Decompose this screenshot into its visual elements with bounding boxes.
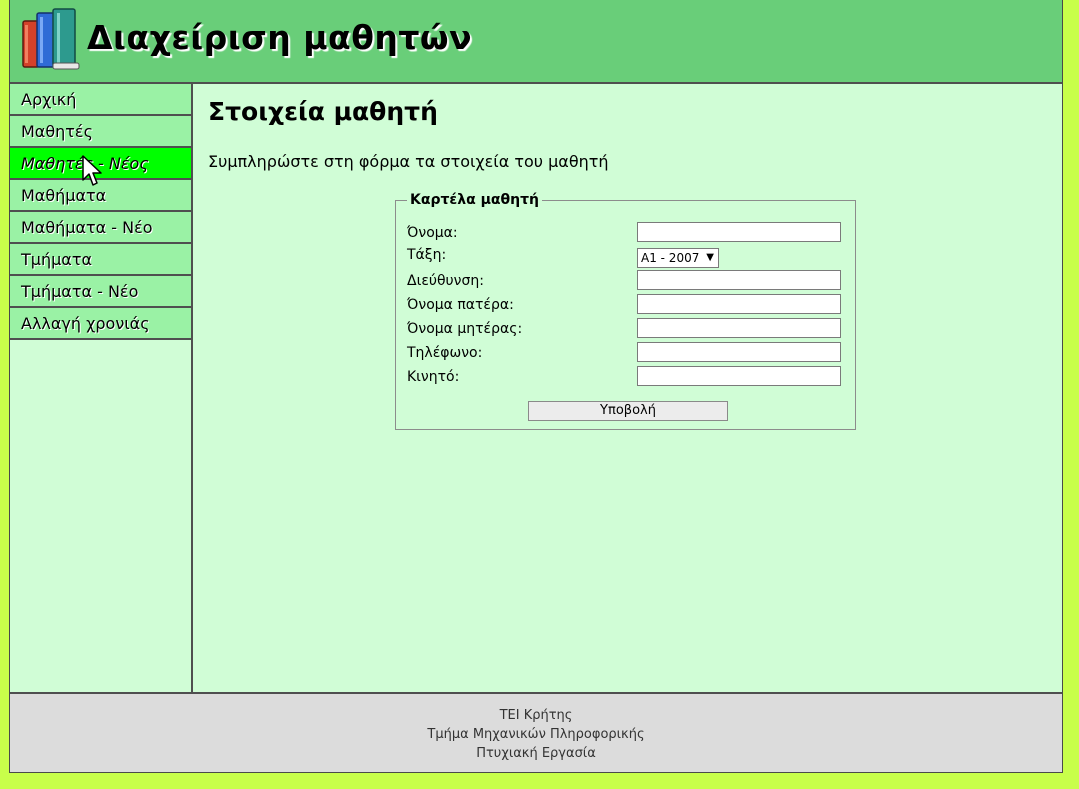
class-label: Τάξη: [407, 247, 447, 263]
address-row: Διεύθυνση: [396, 269, 855, 293]
sidebar-item-new-class[interactable]: Τμήματα - Νέο [10, 276, 191, 308]
footer: ΤΕΙ Κρήτης Τμήμα Μηχανικών Πληροφορικής … [10, 692, 1062, 772]
sidebar-item-change-year[interactable]: Αλλαγή χρονιάς [10, 308, 191, 340]
sidebar-item-new-course[interactable]: Μαθήματα - Νέο [10, 212, 191, 244]
books-icon [22, 8, 80, 70]
submit-button[interactable]: Υποβολή [528, 401, 728, 421]
page-frame: Διαχείριση μαθητών Αρχική Μαθητές Μαθητέ… [9, 0, 1063, 773]
mobile-row: Κινητό: [396, 365, 855, 389]
sidebar-item-students[interactable]: Μαθητές [10, 116, 191, 148]
class-select[interactable]: A1 - 2007 ▼ [637, 248, 719, 268]
footer-project: Πτυχιακή Εργασία [476, 746, 596, 761]
footer-department: Τμήμα Μηχανικών Πληροφορικής [427, 727, 645, 742]
student-form: Καρτέλα μαθητή Όνομα: Τάξη: A1 - 2007 ▼ … [395, 192, 856, 430]
father-name-label: Όνομα πατέρα: [407, 297, 514, 313]
footer-institution: ΤΕΙ Κρήτης [499, 708, 573, 723]
phone-input[interactable] [637, 342, 841, 362]
father-row: Όνομα πατέρα: [396, 293, 855, 317]
address-input[interactable] [637, 270, 841, 290]
page-title: Στοιχεία μαθητή [208, 97, 438, 126]
header: Διαχείριση μαθητών [10, 0, 1062, 84]
main-content: Στοιχεία μαθητή Συμπληρώστε στη φόρμα τα… [193, 84, 1062, 692]
intro-text: Συμπληρώστε στη φόρμα τα στοιχεία του μα… [208, 152, 609, 171]
mobile-label: Κινητό: [407, 369, 460, 385]
phone-row: Τηλέφωνο: [396, 341, 855, 365]
class-select-value: A1 - 2007 [641, 251, 700, 265]
mother-row: Όνομα μητέρας: [396, 317, 855, 341]
sidebar-item-classes[interactable]: Τμήματα [10, 244, 191, 276]
father-name-input[interactable] [637, 294, 841, 314]
form-legend: Καρτέλα μαθητή [407, 192, 542, 208]
chevron-down-icon: ▼ [706, 252, 714, 263]
name-input[interactable] [637, 222, 841, 242]
name-row: Όνομα: [396, 221, 855, 245]
class-row: Τάξη: A1 - 2007 ▼ [396, 245, 855, 269]
name-label: Όνομα: [407, 225, 458, 241]
sidebar-item-home[interactable]: Αρχική [10, 84, 191, 116]
mouse-pointer-icon [82, 155, 102, 186]
mobile-input[interactable] [637, 366, 841, 386]
phone-label: Τηλέφωνο: [407, 345, 483, 361]
mother-name-input[interactable] [637, 318, 841, 338]
site-title: Διαχείριση μαθητών [87, 18, 473, 57]
address-label: Διεύθυνση: [407, 273, 484, 289]
mother-name-label: Όνομα μητέρας: [407, 321, 523, 337]
